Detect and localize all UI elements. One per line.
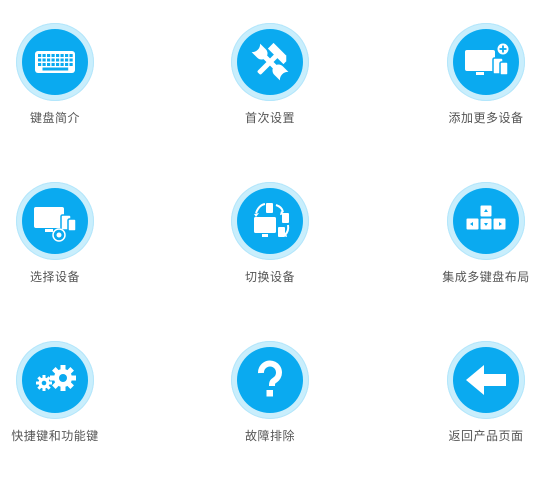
tile-label: 集成多键盘布局 — [442, 270, 530, 284]
keyboard-icon — [35, 51, 75, 73]
tile-multi-keyboard-layout[interactable]: 集成多键盘布局 — [406, 182, 552, 322]
tile-label: 首次设置 — [244, 111, 295, 125]
tile-troubleshooting[interactable]: 故障排除 — [190, 341, 350, 481]
tile-keyboard-intro[interactable]: 键盘简介 — [0, 23, 135, 163]
switch-device-icon — [254, 203, 290, 237]
tile-select-device[interactable]: 选择设备 — [0, 182, 135, 322]
tile-first-setup[interactable]: 首次设置 — [190, 23, 350, 163]
tile-label: 快捷键和功能键 — [11, 429, 99, 443]
tile-label: 故障排除 — [244, 429, 295, 443]
tile-label: 添加更多设备 — [448, 111, 524, 125]
tile-label: 返回产品页面 — [448, 429, 524, 443]
tile-label: 键盘简介 — [29, 111, 80, 125]
tile-label: 切换设备 — [244, 270, 295, 284]
gears-icon — [36, 365, 76, 391]
tile-shortcut-keys[interactable]: 快捷键和功能键 — [0, 341, 135, 481]
add-devices-icon — [465, 42, 510, 76]
arrow-keys-icon — [465, 204, 507, 231]
tile-switch-device[interactable]: 切换设备 — [190, 182, 350, 322]
tile-add-devices[interactable]: 添加更多设备 — [406, 23, 552, 163]
tools-icon — [251, 42, 289, 81]
help-menu-grid: 键盘简介 首次设置 添加更多设备 选择设备 切换设备 集成多键盘布局 快捷键和功… — [0, 0, 552, 468]
select-device-icon — [34, 207, 77, 242]
tile-back-to-product[interactable]: 返回产品页面 — [406, 341, 552, 481]
back-arrow-icon — [466, 365, 506, 395]
tile-label: 选择设备 — [29, 270, 80, 284]
question-mark-icon — [258, 360, 282, 397]
